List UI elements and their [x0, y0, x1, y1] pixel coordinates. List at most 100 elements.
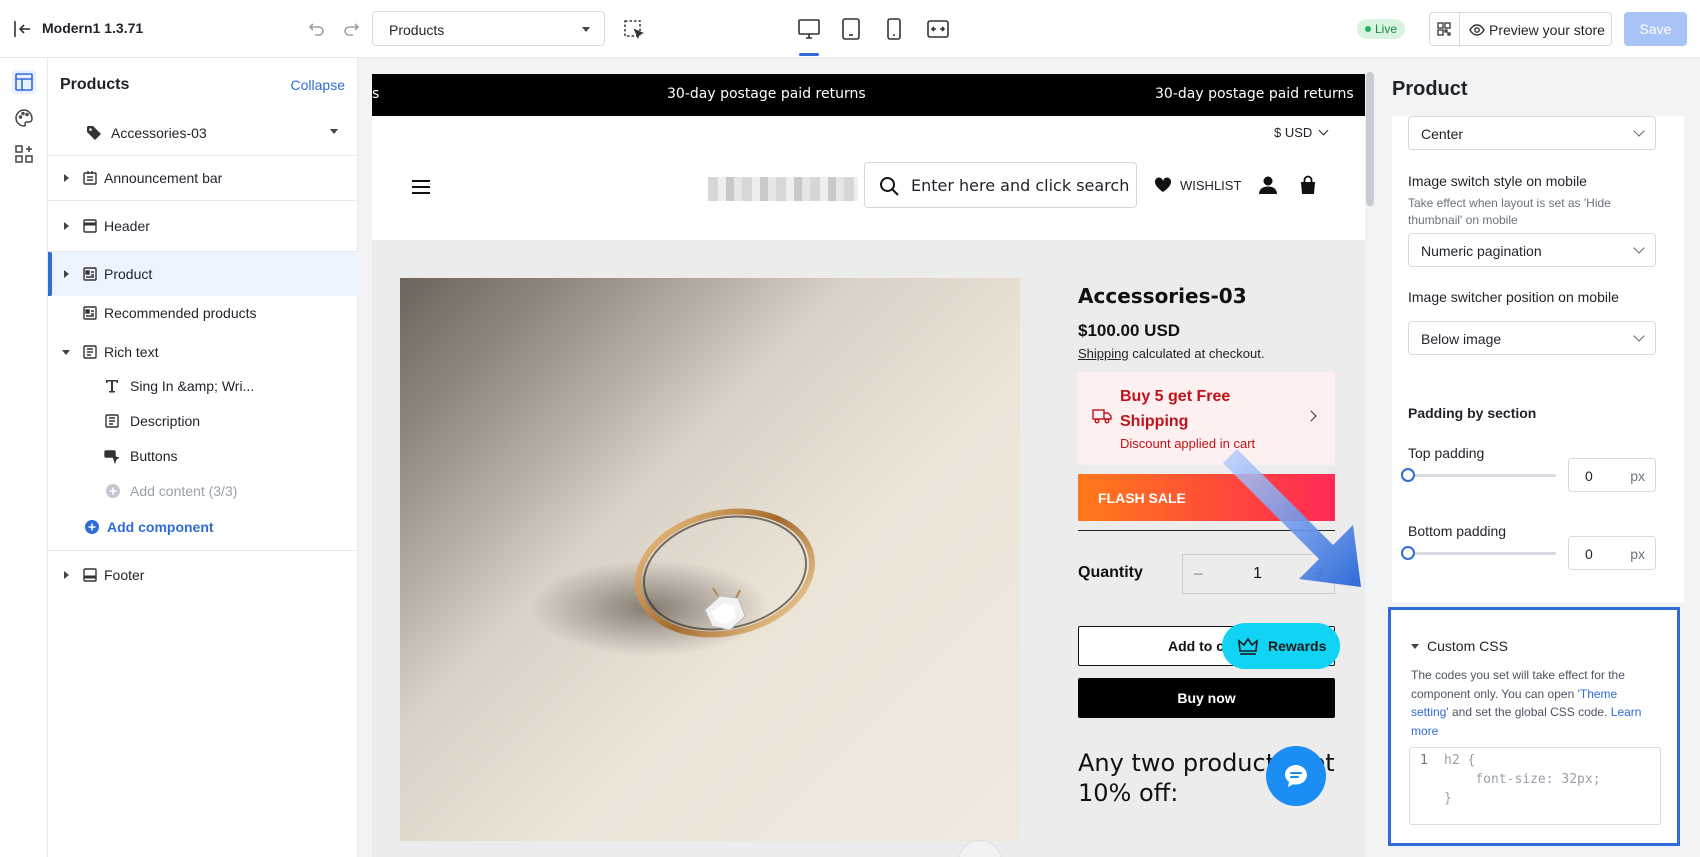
qr-code-button[interactable]: [1429, 12, 1459, 46]
chat-button[interactable]: [1266, 746, 1326, 806]
layer-label: Buttons: [130, 448, 178, 464]
quantity-stepper[interactable]: − 1 +: [1182, 554, 1335, 594]
quantity-increase-button[interactable]: +: [1314, 563, 1326, 586]
custom-css-description: The codes you set will take effect for t…: [1411, 666, 1651, 740]
sections-icon[interactable]: [12, 70, 36, 94]
bottom-padding-slider-handle[interactable]: [1401, 546, 1415, 560]
select-tool-icon[interactable]: [623, 19, 645, 41]
promo-subtitle: Discount applied in cart: [1120, 436, 1256, 451]
top-padding-label: Top padding: [1408, 445, 1485, 461]
product-section[interactable]: Accessories-03 $100.00 USD Shipping calc…: [372, 240, 1365, 857]
custom-css-section: Custom CSS The codes you set will take e…: [1388, 607, 1680, 846]
quantity-value[interactable]: 1: [1253, 565, 1262, 583]
add-content-label: Add content (3/3): [130, 483, 238, 499]
bottom-padding-input[interactable]: 0 px: [1568, 536, 1656, 570]
recommended-section-icon: [82, 305, 98, 321]
flash-sale-label: FLASH SALE: [1098, 490, 1186, 506]
mobile-view-icon[interactable]: [882, 17, 906, 41]
layer-label: Rich text: [104, 344, 159, 360]
store-preview-frame: s 30-day postage paid returns 30-day pos…: [372, 74, 1365, 857]
top-bar: Modern1 1.3.71 Products Live Preview you…: [0, 0, 1700, 58]
top-padding-input[interactable]: 0 px: [1568, 458, 1656, 492]
collapse-link[interactable]: Collapse: [291, 77, 345, 93]
expand-icon[interactable]: [64, 174, 69, 182]
layer-label: Description: [130, 413, 201, 429]
alignment-select[interactable]: Center: [1408, 116, 1656, 150]
settings-title: Product: [1392, 78, 1468, 100]
currency-selector[interactable]: $ USD: [1274, 125, 1327, 140]
bottom-padding-slider[interactable]: [1408, 552, 1556, 555]
buy-now-button[interactable]: Buy now: [1078, 678, 1335, 718]
rewards-button[interactable]: Rewards: [1222, 623, 1340, 669]
add-component[interactable]: Add component: [48, 505, 358, 551]
product-image[interactable]: [400, 278, 1020, 841]
undo-icon[interactable]: [308, 20, 326, 38]
desktop-view-icon[interactable]: [797, 17, 821, 56]
store-search[interactable]: [864, 162, 1137, 208]
switcher-position-select[interactable]: Below image: [1408, 321, 1656, 355]
media-control[interactable]: [958, 840, 1002, 857]
collapse-icon[interactable]: [62, 350, 70, 355]
custom-css-toggle[interactable]: Custom CSS: [1411, 638, 1508, 654]
store-logo[interactable]: [708, 177, 858, 201]
expand-icon[interactable]: [64, 222, 69, 230]
layer-header[interactable]: Header: [48, 201, 358, 252]
image-switch-select[interactable]: Numeric pagination: [1408, 233, 1656, 267]
menu-icon[interactable]: [412, 179, 430, 195]
top-padding-slider[interactable]: [1408, 474, 1556, 477]
layer-product[interactable]: Product: [48, 252, 358, 296]
preview-store-button[interactable]: Preview your store: [1459, 12, 1612, 46]
tablet-view-icon[interactable]: [839, 17, 863, 41]
chat-bubble-icon: [1285, 765, 1307, 787]
css-code-editor[interactable]: 1 h2 { font-size: 32px; }: [1409, 747, 1661, 825]
layer-label: Sing In &amp; Wri...: [130, 378, 255, 394]
apps-icon[interactable]: [12, 142, 36, 166]
fit-width-icon[interactable]: [926, 17, 950, 41]
shipping-link[interactable]: Shipping: [1078, 346, 1129, 361]
crown-icon: [1238, 637, 1258, 655]
page-select[interactable]: Products: [372, 11, 605, 46]
redo-icon[interactable]: [342, 20, 360, 38]
product-title: Accessories-03: [1078, 284, 1247, 308]
quantity-decrease-button[interactable]: −: [1193, 564, 1204, 585]
plus-circle-icon: [105, 483, 121, 499]
search-input[interactable]: [911, 173, 1131, 197]
top-padding-slider-handle[interactable]: [1401, 468, 1415, 482]
rich-text-section-icon: [82, 344, 98, 360]
flash-sale-banner: FLASH SALE: [1078, 474, 1335, 521]
wishlist-label: WISHLIST: [1180, 178, 1242, 193]
save-button[interactable]: Save: [1624, 12, 1687, 46]
layers-panel: Products Collapse Accessories-03 Announc…: [48, 58, 358, 857]
chevron-down-icon: [1633, 330, 1645, 342]
announcement-bar[interactable]: s 30-day postage paid returns 30-day pos…: [372, 74, 1365, 116]
code-line: }: [1444, 791, 1452, 806]
alignment-value: Center: [1421, 126, 1464, 142]
expand-icon[interactable]: [64, 571, 69, 579]
store-header: $ USD WISHLIST: [372, 116, 1365, 240]
account-icon[interactable]: [1258, 175, 1278, 195]
theme-palette-icon[interactable]: [12, 106, 36, 130]
unit-label: px: [1630, 546, 1645, 562]
exit-icon[interactable]: [12, 19, 32, 39]
preview-scrollbar[interactable]: [1366, 72, 1374, 206]
cart-bag-icon[interactable]: [1298, 175, 1318, 195]
layer-label: Product: [104, 266, 153, 282]
expand-icon[interactable]: [64, 270, 69, 278]
app-title: Modern1 1.3.71: [42, 20, 144, 36]
buttons-icon: [104, 448, 120, 464]
free-shipping-promo[interactable]: Buy 5 get Free Shipping Discount applied…: [1078, 372, 1335, 465]
layer-footer[interactable]: Footer: [48, 553, 358, 597]
divider: [1078, 530, 1335, 531]
add-component-label: Add component: [107, 519, 214, 535]
product-selector[interactable]: Accessories-03: [48, 111, 358, 155]
layer-announcement-bar[interactable]: Announcement bar: [48, 155, 358, 201]
product-section-icon: [82, 266, 98, 282]
tag-icon: [86, 125, 102, 141]
wishlist-link[interactable]: WISHLIST: [1154, 176, 1244, 196]
layer-label: Header: [104, 218, 150, 234]
rewards-label: Rewards: [1268, 638, 1327, 654]
live-badge: Live: [1357, 19, 1406, 39]
announcement-text: 30-day postage paid returns: [1155, 86, 1354, 102]
product-price: $100.00 USD: [1078, 321, 1181, 340]
layer-recommended-products[interactable]: Recommended products: [48, 291, 358, 335]
